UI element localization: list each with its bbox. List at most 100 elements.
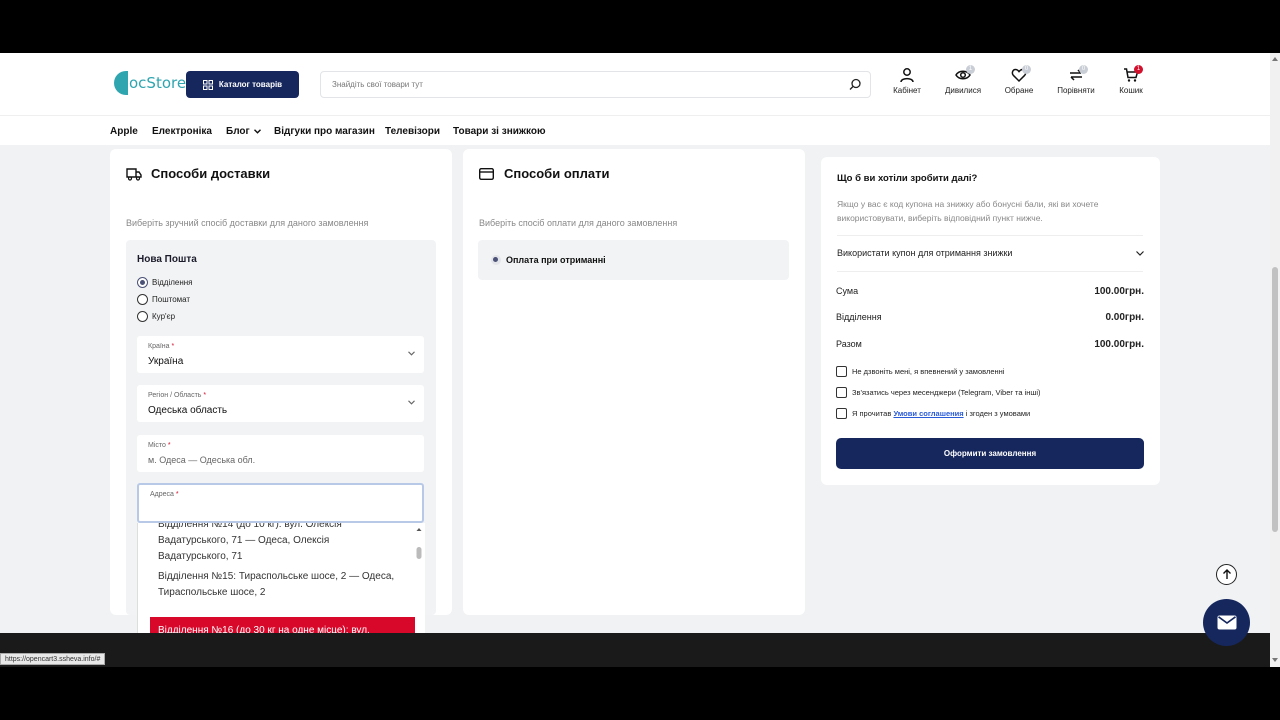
terms-checkbox-row[interactable]: Я прочитав Умови соглашения і згоден з у… xyxy=(836,408,1030,419)
nav-item-tv[interactable]: Телевізори xyxy=(385,126,440,137)
terms-suffix: і згоден з умовами xyxy=(965,409,1031,418)
summary-description: Якщо у вас є код купона на знижку або бо… xyxy=(837,199,1099,223)
nav-item-discounts[interactable]: Товари зі знижкою xyxy=(453,126,546,137)
country-label-text: Країна xyxy=(148,343,170,350)
radio-parcel-locker-control[interactable] xyxy=(137,294,148,305)
region-select[interactable]: Регіон / Область * Одеська область xyxy=(137,385,424,422)
delivery-subtitle: Виберіть зручний спосіб доставки для дан… xyxy=(126,218,369,228)
no-call-label: Не дзвоніть мені, я впевнений у замовлен… xyxy=(852,367,1005,376)
search-placeholder: Знайдіть свої товари тут xyxy=(332,80,423,89)
shipping-label: Відділення xyxy=(836,312,882,322)
place-order-button[interactable]: Оформити замовлення xyxy=(836,438,1144,469)
user-icon xyxy=(900,68,914,83)
main-nav: Apple Електроніка Блог Відгуки про магаз… xyxy=(0,115,1270,145)
coupon-toggle[interactable]: Використати купон для отримання знижки xyxy=(837,248,1144,258)
chevron-down-icon xyxy=(254,129,262,134)
payment-subtitle: Виберіть спосіб оплати для даного замовл… xyxy=(479,218,678,228)
no-call-checkbox-row[interactable]: Не дзвоніть мені, я впевнений у замовлен… xyxy=(836,366,1004,377)
page-scrollbar[interactable] xyxy=(1270,53,1280,667)
delivery-title: Способи доставки xyxy=(151,166,271,181)
address-label: Адреса * xyxy=(150,491,179,498)
required-mark: * xyxy=(167,442,171,449)
search-input[interactable]: Знайдіть свої товари тут xyxy=(320,71,871,98)
chevron-down-icon xyxy=(408,400,415,405)
payment-radio[interactable] xyxy=(491,255,501,265)
search-icon[interactable] xyxy=(849,78,862,91)
cart-count-badge: 1 xyxy=(1134,65,1143,74)
truck-icon xyxy=(126,168,142,181)
country-select[interactable]: Країна * Україна xyxy=(137,336,424,373)
nav-item-blog[interactable]: Блог xyxy=(226,126,262,137)
cart-link[interactable]: 1 Кошик xyxy=(1103,65,1159,95)
account-label: Кабінет xyxy=(893,86,921,95)
terms-prefix: Я прочитав xyxy=(852,409,892,418)
no-call-checkbox[interactable] xyxy=(836,366,847,377)
subtotal-value: 100.00грн. xyxy=(1094,286,1144,297)
city-label-text: Місто xyxy=(148,442,166,449)
radio-courier[interactable]: Кур'єр xyxy=(137,311,175,322)
summary-row-shipping: Відділення 0.00грн. xyxy=(836,312,1144,323)
city-label: Місто * xyxy=(148,442,171,449)
logo-text: ocStore xyxy=(129,74,187,92)
radio-branch-label: Відділення xyxy=(152,278,193,287)
envelope-icon xyxy=(1217,615,1236,630)
nav-item-reviews[interactable]: Відгуки про магазин xyxy=(274,126,375,137)
total-value: 100.00грн. xyxy=(1094,339,1144,350)
logo[interactable]: ocStore xyxy=(114,71,186,95)
divider xyxy=(837,235,1143,236)
viewed-count-badge: 1 xyxy=(966,65,975,74)
country-value: Україна xyxy=(148,356,184,367)
account-link[interactable]: Кабінет xyxy=(879,67,935,95)
terms-checkbox[interactable] xyxy=(836,408,847,419)
scroll-down-arrow-icon[interactable] xyxy=(1272,658,1278,662)
coupon-label: Використати купон для отримання знижки xyxy=(837,248,1013,258)
wishlist-count-badge: 0 xyxy=(1022,65,1031,74)
scrollbar-thumb[interactable] xyxy=(1272,267,1278,532)
contact-mail-button[interactable] xyxy=(1203,599,1250,646)
terms-link[interactable]: Умови соглашения xyxy=(893,409,963,418)
nav-item-electronics[interactable]: Електроніка xyxy=(152,126,212,137)
radio-branch[interactable]: Відділення xyxy=(137,277,193,288)
compare-label: Порівняти xyxy=(1057,86,1095,95)
arrow-up-icon xyxy=(1222,569,1231,579)
shipping-value: 0.00грн. xyxy=(1105,312,1144,323)
dropdown-scrollbar[interactable] xyxy=(416,527,422,561)
wishlist-label: Обране xyxy=(1004,86,1034,95)
suggestion-item[interactable]: Відділення №14 (до 10 кг): вул. Олексія … xyxy=(158,523,398,565)
terms-label: Я прочитав Умови соглашения і згоден з у… xyxy=(852,409,1030,418)
required-mark: * xyxy=(175,491,179,498)
viewed-link[interactable]: 1 Дивилися xyxy=(935,65,991,95)
address-field[interactable]: Адреса * xyxy=(137,483,424,523)
catalog-button[interactable]: Каталог товарів xyxy=(186,71,299,98)
nav-item-apple[interactable]: Apple xyxy=(110,126,138,137)
radio-courier-control[interactable] xyxy=(137,311,148,322)
suggestion-item[interactable]: Відділення №15: Тираспольське шосе, 2 — … xyxy=(158,569,398,601)
address-label-text: Адреса xyxy=(150,491,174,498)
radio-parcel-locker-label: Поштомат xyxy=(152,295,191,304)
compare-link[interactable]: 0 Порівняти xyxy=(1048,65,1104,95)
messenger-checkbox-row[interactable]: Зв'язатись через месенджери (Telegram, V… xyxy=(836,387,1041,398)
compare-count-badge: 0 xyxy=(1079,65,1088,74)
logo-mark xyxy=(114,71,128,95)
total-label: Разом xyxy=(836,339,862,349)
radio-parcel-locker[interactable]: Поштомат xyxy=(137,294,190,305)
scroll-to-top-button[interactable] xyxy=(1216,564,1237,585)
wishlist-link[interactable]: 0 Обране xyxy=(991,65,1047,95)
messenger-label: Зв'язатись через месенджери (Telegram, V… xyxy=(852,388,1041,397)
summary-row-total: Разом 100.00грн. xyxy=(836,339,1144,350)
summary-title: Що б ви хотіли зробити далі? xyxy=(837,173,978,184)
grid-icon xyxy=(202,79,213,90)
scroll-up-arrow-icon[interactable] xyxy=(1272,57,1278,61)
messenger-checkbox[interactable] xyxy=(836,387,847,398)
nav-item-blog-label: Блог xyxy=(226,126,250,137)
city-field[interactable]: Місто * м. Одеса — Одеська обл. xyxy=(137,435,424,472)
cart-label: Кошик xyxy=(1119,86,1143,95)
radio-branch-control[interactable] xyxy=(137,277,148,288)
page: ocStore Каталог товарів Знайдіть свої то… xyxy=(0,53,1280,667)
required-mark: * xyxy=(203,392,207,399)
payment-option-cod[interactable]: Оплата при отриманні xyxy=(478,240,789,280)
radio-courier-label: Кур'єр xyxy=(152,312,176,321)
status-bar-url: https://opencart3.ssheva.info/# xyxy=(0,653,106,665)
region-label-text: Регіон / Область xyxy=(148,392,202,399)
footer xyxy=(0,633,1270,667)
